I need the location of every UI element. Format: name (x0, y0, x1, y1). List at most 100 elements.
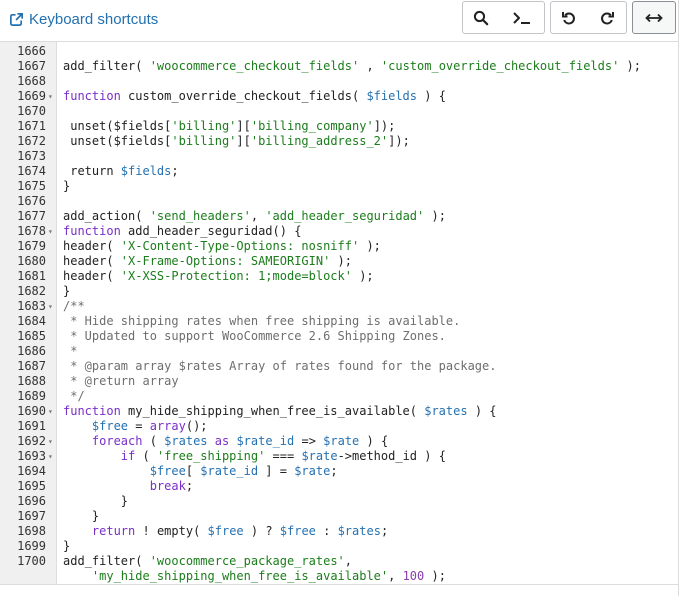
code-token: 'billing' (171, 134, 237, 148)
code-line[interactable]: 1695 break; (0, 479, 679, 494)
redo-button[interactable] (587, 1, 627, 34)
code-text: } (63, 494, 128, 509)
fold-arrow-icon[interactable]: ▾ (48, 434, 53, 449)
code-line[interactable]: 1689 */ (0, 389, 679, 404)
code-text: add_filter( 'woocommerce_package_rates', (63, 554, 352, 569)
code-line[interactable]: 1677 add_action( 'send_headers', 'add_hea… (0, 209, 679, 224)
code-token: $free (207, 524, 244, 538)
code-line[interactable]: 1697 } (0, 509, 679, 524)
console-button[interactable] (499, 1, 545, 34)
code-token: ) { (359, 434, 389, 448)
code-text: $free[ $rate_id ] = $rate; (63, 464, 338, 479)
code-token: 'send_headers' (149, 209, 251, 223)
line-number: 1682 (17, 284, 46, 298)
code-line[interactable]: 1671 unset($fields['billing']['billing_c… (0, 119, 679, 134)
code-line[interactable]: 1681 header( 'X-XSS-Protection: 1;mode=bl… (0, 269, 679, 284)
code-token: 'X-Content-Type-Options: nosniff' (120, 239, 360, 253)
code-line[interactable]: 1674 return $fields; (0, 164, 679, 179)
code-line[interactable]: 1686 * (0, 344, 679, 359)
code-line[interactable]: 1676 (0, 194, 679, 209)
code-text: return ! empty( $free ) ? $free : $rates… (63, 524, 388, 539)
code-token: 'X-Frame-Options: SAMEORIGIN' (120, 254, 331, 268)
fold-arrow-icon[interactable]: ▾ (48, 449, 53, 464)
code-text: * @param array $rates Array of rates fou… (63, 359, 496, 374)
search-button[interactable] (462, 1, 500, 34)
code-token: } (63, 179, 71, 193)
code-line[interactable]: 1684 * Hide shipping rates when free shi… (0, 314, 679, 329)
code-token: unset($fields[ (63, 134, 172, 148)
code-token: ] = (258, 464, 295, 478)
code-line[interactable]: 1691 $free = array(); (0, 419, 679, 434)
code-line[interactable]: 1699} (0, 539, 679, 554)
line-number: 1667 (17, 59, 46, 73)
code-token: ; (185, 479, 194, 493)
code-line[interactable]: 'my_hide_shipping_when_free_is_available… (0, 569, 679, 584)
code-line[interactable]: 1696 } (0, 494, 679, 509)
code-line[interactable]: 1682} (0, 284, 679, 299)
code-token: 'billing' (171, 119, 237, 133)
code-line[interactable]: 1680 header( 'X-Frame-Options: SAMEORIGIN… (0, 254, 679, 269)
code-token: foreach (91, 434, 143, 448)
code-token: function (63, 224, 121, 238)
code-line[interactable]: 1669 ▾ function custom_override_checkout_f… (0, 89, 679, 104)
code-token: $rate_id (200, 464, 259, 478)
line-number: 1683 (17, 299, 46, 313)
code-editor[interactable]: 1666 1667 add_filter( 'woocommerce_checkou… (0, 41, 679, 585)
code-line[interactable]: 1693 ▾ if ( 'free_shipping' === $rate->me… (0, 449, 679, 464)
code-text: } (63, 509, 99, 524)
line-number: 1669 (17, 89, 46, 103)
code-text: $free = array(); (63, 419, 208, 434)
code-line[interactable]: 1692 ▾ foreach ( $rates as $rate_id => $r… (0, 434, 679, 449)
code-line[interactable]: 1668 (0, 74, 679, 89)
code-token: 'woocommerce_checkout_fields' (149, 59, 360, 73)
fold-arrow-icon[interactable]: ▾ (48, 224, 53, 239)
line-number: 1693 (17, 449, 46, 463)
editor-toolbar: Keyboard shortcuts (0, 0, 679, 38)
code-line[interactable]: 1688 * @return array (0, 374, 679, 389)
code-line[interactable]: 1700 add_filter( 'woocommerce_package_rat… (0, 554, 679, 569)
code-text: } (63, 284, 70, 299)
undo-button[interactable] (550, 1, 588, 34)
code-token: $rates (164, 434, 208, 448)
code-line[interactable]: 1672 unset($fields['billing']['billing_a… (0, 134, 679, 149)
code-token: break (149, 479, 186, 493)
code-line[interactable]: 1683 ▾ /** (0, 299, 679, 314)
code-token: my_hide_shipping_when_free_is_available( (120, 404, 425, 418)
fullwidth-toggle-button[interactable] (632, 1, 676, 34)
code-token: => (294, 434, 324, 448)
fold-arrow-icon[interactable]: ▾ (48, 404, 53, 419)
code-token: * Updated to support WooCommerce 2.6 Shi… (63, 329, 446, 343)
code-line[interactable]: 1698 return ! empty( $free ) ? $free : $… (0, 524, 679, 539)
code-token: 'billing_company' (250, 119, 374, 133)
code-line[interactable]: 1687 * @param array $rates Array of rate… (0, 359, 679, 374)
code-line[interactable]: 1694 $free[ $rate_id ] = $rate; (0, 464, 679, 479)
code-token: $free (91, 419, 129, 433)
redo-icon (600, 11, 614, 24)
line-number: 1692 (17, 434, 46, 448)
line-number: 1686 (17, 344, 46, 358)
code-token: : (315, 524, 338, 538)
code-lines: 1666 1667 add_filter( 'woocommerce_checkou… (0, 44, 679, 584)
code-line[interactable]: 1673 (0, 149, 679, 164)
code-line[interactable]: 1670 (0, 104, 679, 119)
code-token: as (214, 434, 230, 448)
code-token: 'add_header_seguridad' (265, 209, 425, 223)
code-line[interactable]: 1678 ▾ function add_header_seguridad() { (0, 224, 679, 239)
code-line[interactable]: 1675} (0, 179, 679, 194)
code-line[interactable]: 1679 header( 'X-Content-Type-Options: nos… (0, 239, 679, 254)
code-token: $free (279, 524, 316, 538)
fold-arrow-icon[interactable]: ▾ (48, 89, 53, 104)
code-token: ); (359, 239, 381, 253)
code-text: 'my_hide_shipping_when_free_is_available… (63, 569, 446, 584)
line-number: 1679 (17, 239, 46, 253)
code-token: $rate (301, 449, 338, 463)
code-line[interactable]: 1667 add_filter( 'woocommerce_checkout_fi… (0, 59, 679, 74)
fold-arrow-icon[interactable]: ▾ (48, 299, 53, 314)
code-line[interactable]: 1685 * Updated to support WooCommerce 2.… (0, 329, 679, 344)
code-line[interactable]: 1666 (0, 44, 679, 59)
code-line[interactable]: 1690 ▾ function my_hide_shipping_when_free… (0, 404, 679, 419)
keyboard-shortcuts-link[interactable]: Keyboard shortcuts (9, 9, 158, 29)
